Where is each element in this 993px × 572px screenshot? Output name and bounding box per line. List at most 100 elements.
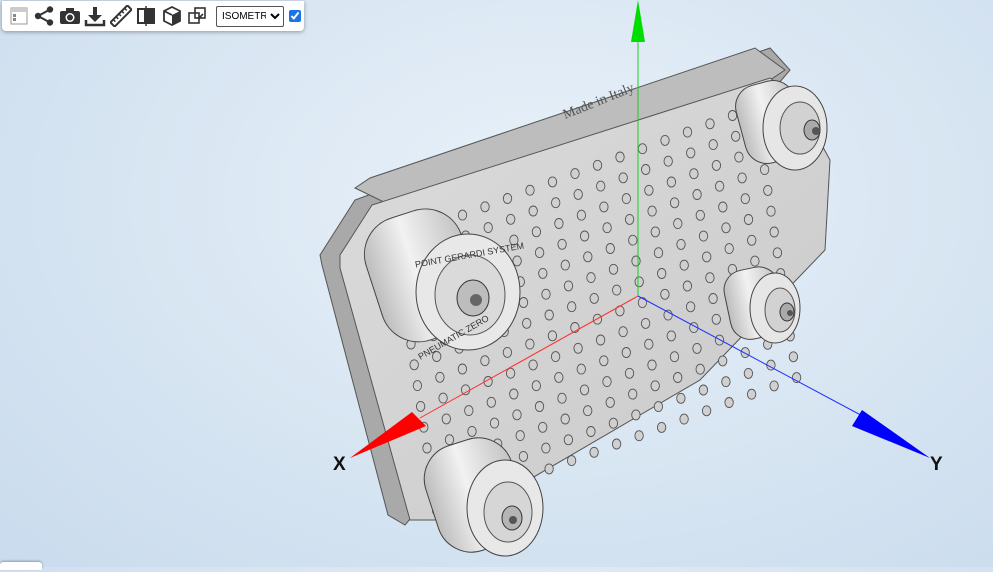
plate-hole [676, 238, 686, 250]
plate-hole [721, 222, 731, 234]
view-cube-button[interactable] [159, 3, 185, 29]
download-button[interactable] [83, 3, 109, 29]
plate-hole [657, 268, 667, 279]
plate-hole [595, 334, 606, 346]
plate-hole [509, 388, 519, 400]
plate-hole [599, 355, 609, 367]
plate-hole [586, 272, 596, 284]
plate-hole [489, 417, 500, 429]
plate-hole [544, 463, 554, 475]
plate-hole [534, 247, 545, 259]
plate-hole [743, 367, 754, 379]
plate-hole [611, 438, 622, 450]
plate-hole [534, 401, 545, 412]
plate-hole [435, 371, 445, 383]
plate-hole [701, 405, 712, 417]
plate-hole [554, 371, 564, 383]
plate-hole [528, 359, 538, 371]
model-scene: Made in Italy POINT GERARDI SYSTEM PNEUM… [319, 0, 930, 557]
plate-hole [750, 255, 760, 267]
plate-hole [544, 309, 554, 321]
screenshot-button[interactable] [57, 3, 83, 29]
viewer-toolbar: ISOMETRIC [2, 1, 304, 31]
plate-hole [483, 222, 493, 234]
plate-hole [515, 430, 525, 442]
plate-hole [769, 226, 779, 238]
plate-hole [708, 139, 718, 151]
plate-hole [624, 213, 635, 225]
plate-hole [711, 159, 722, 171]
plate-hole [441, 413, 451, 425]
plate-hole [711, 313, 721, 325]
plate-hole [669, 197, 680, 209]
plate-hole [467, 425, 477, 437]
3d-viewport[interactable]: Made in Italy POINT GERARDI SYSTEM PNEUM… [0, 0, 993, 567]
plate-hole [612, 284, 622, 296]
plate-hole [579, 230, 590, 242]
plate-hole [740, 347, 750, 359]
plate-hole [650, 380, 660, 392]
plate-hole [769, 380, 779, 392]
plate-hole [663, 155, 673, 167]
plate-hole [602, 376, 612, 388]
layers-button[interactable] [6, 3, 32, 29]
plate-hole [589, 446, 599, 458]
plate-hole [766, 205, 776, 217]
plate-hole [528, 205, 538, 217]
plate-hole [576, 209, 587, 221]
plate-hole [506, 213, 516, 225]
plate-hole [457, 363, 468, 375]
plate-hole [438, 392, 448, 404]
plate-hole [480, 355, 490, 367]
plate-hole [631, 255, 641, 267]
section-button[interactable] [134, 3, 160, 29]
plate-hole [464, 405, 474, 417]
z-axis-arrow [631, 0, 645, 42]
plate-hole [724, 243, 734, 255]
plate-hole [573, 188, 583, 200]
plate-hole [583, 251, 593, 263]
plate-hole [734, 151, 744, 163]
share-button[interactable] [32, 3, 58, 29]
explode-button[interactable] [185, 3, 211, 29]
plate-hole [538, 421, 548, 433]
plate-hole [602, 222, 612, 234]
plate-hole [759, 164, 770, 176]
view-mode-select[interactable]: ISOMETRIC [216, 5, 284, 27]
plate-hole [708, 293, 718, 304]
plate-hole [579, 384, 590, 396]
corner-panel-tab[interactable] [0, 562, 42, 570]
plate-hole [650, 226, 660, 238]
plate-hole [480, 201, 490, 213]
measure-button[interactable] [108, 3, 134, 29]
plate-hole [721, 376, 731, 388]
plate-hole [718, 355, 728, 367]
plate-hole [743, 214, 754, 225]
plate-hole [531, 380, 541, 392]
plate-hole [653, 247, 664, 259]
plate-hole [566, 455, 577, 467]
plate-hole [444, 434, 455, 446]
plate-hole [656, 421, 667, 433]
plate-hole [698, 230, 709, 242]
plate-hole [624, 367, 635, 379]
layers-icon [10, 7, 28, 25]
plate-hole [409, 359, 419, 371]
plate-hole [724, 397, 734, 408]
plate-hole [788, 351, 799, 363]
plate-hole [608, 417, 619, 429]
plate-hole [560, 413, 570, 425]
plate-hole [637, 143, 648, 155]
plate-hole [695, 363, 705, 375]
plate-hole [673, 372, 683, 383]
display-toggle-checkbox[interactable] [289, 10, 301, 22]
plate-hole [586, 426, 596, 437]
plate-hole [615, 151, 625, 163]
plate-hole [583, 405, 593, 417]
plate-hole [486, 396, 496, 408]
camera-icon [59, 8, 80, 24]
plate-hole [538, 267, 548, 279]
plate-hole [718, 201, 728, 213]
plate-hole [541, 442, 551, 454]
plate-hole [644, 184, 654, 196]
